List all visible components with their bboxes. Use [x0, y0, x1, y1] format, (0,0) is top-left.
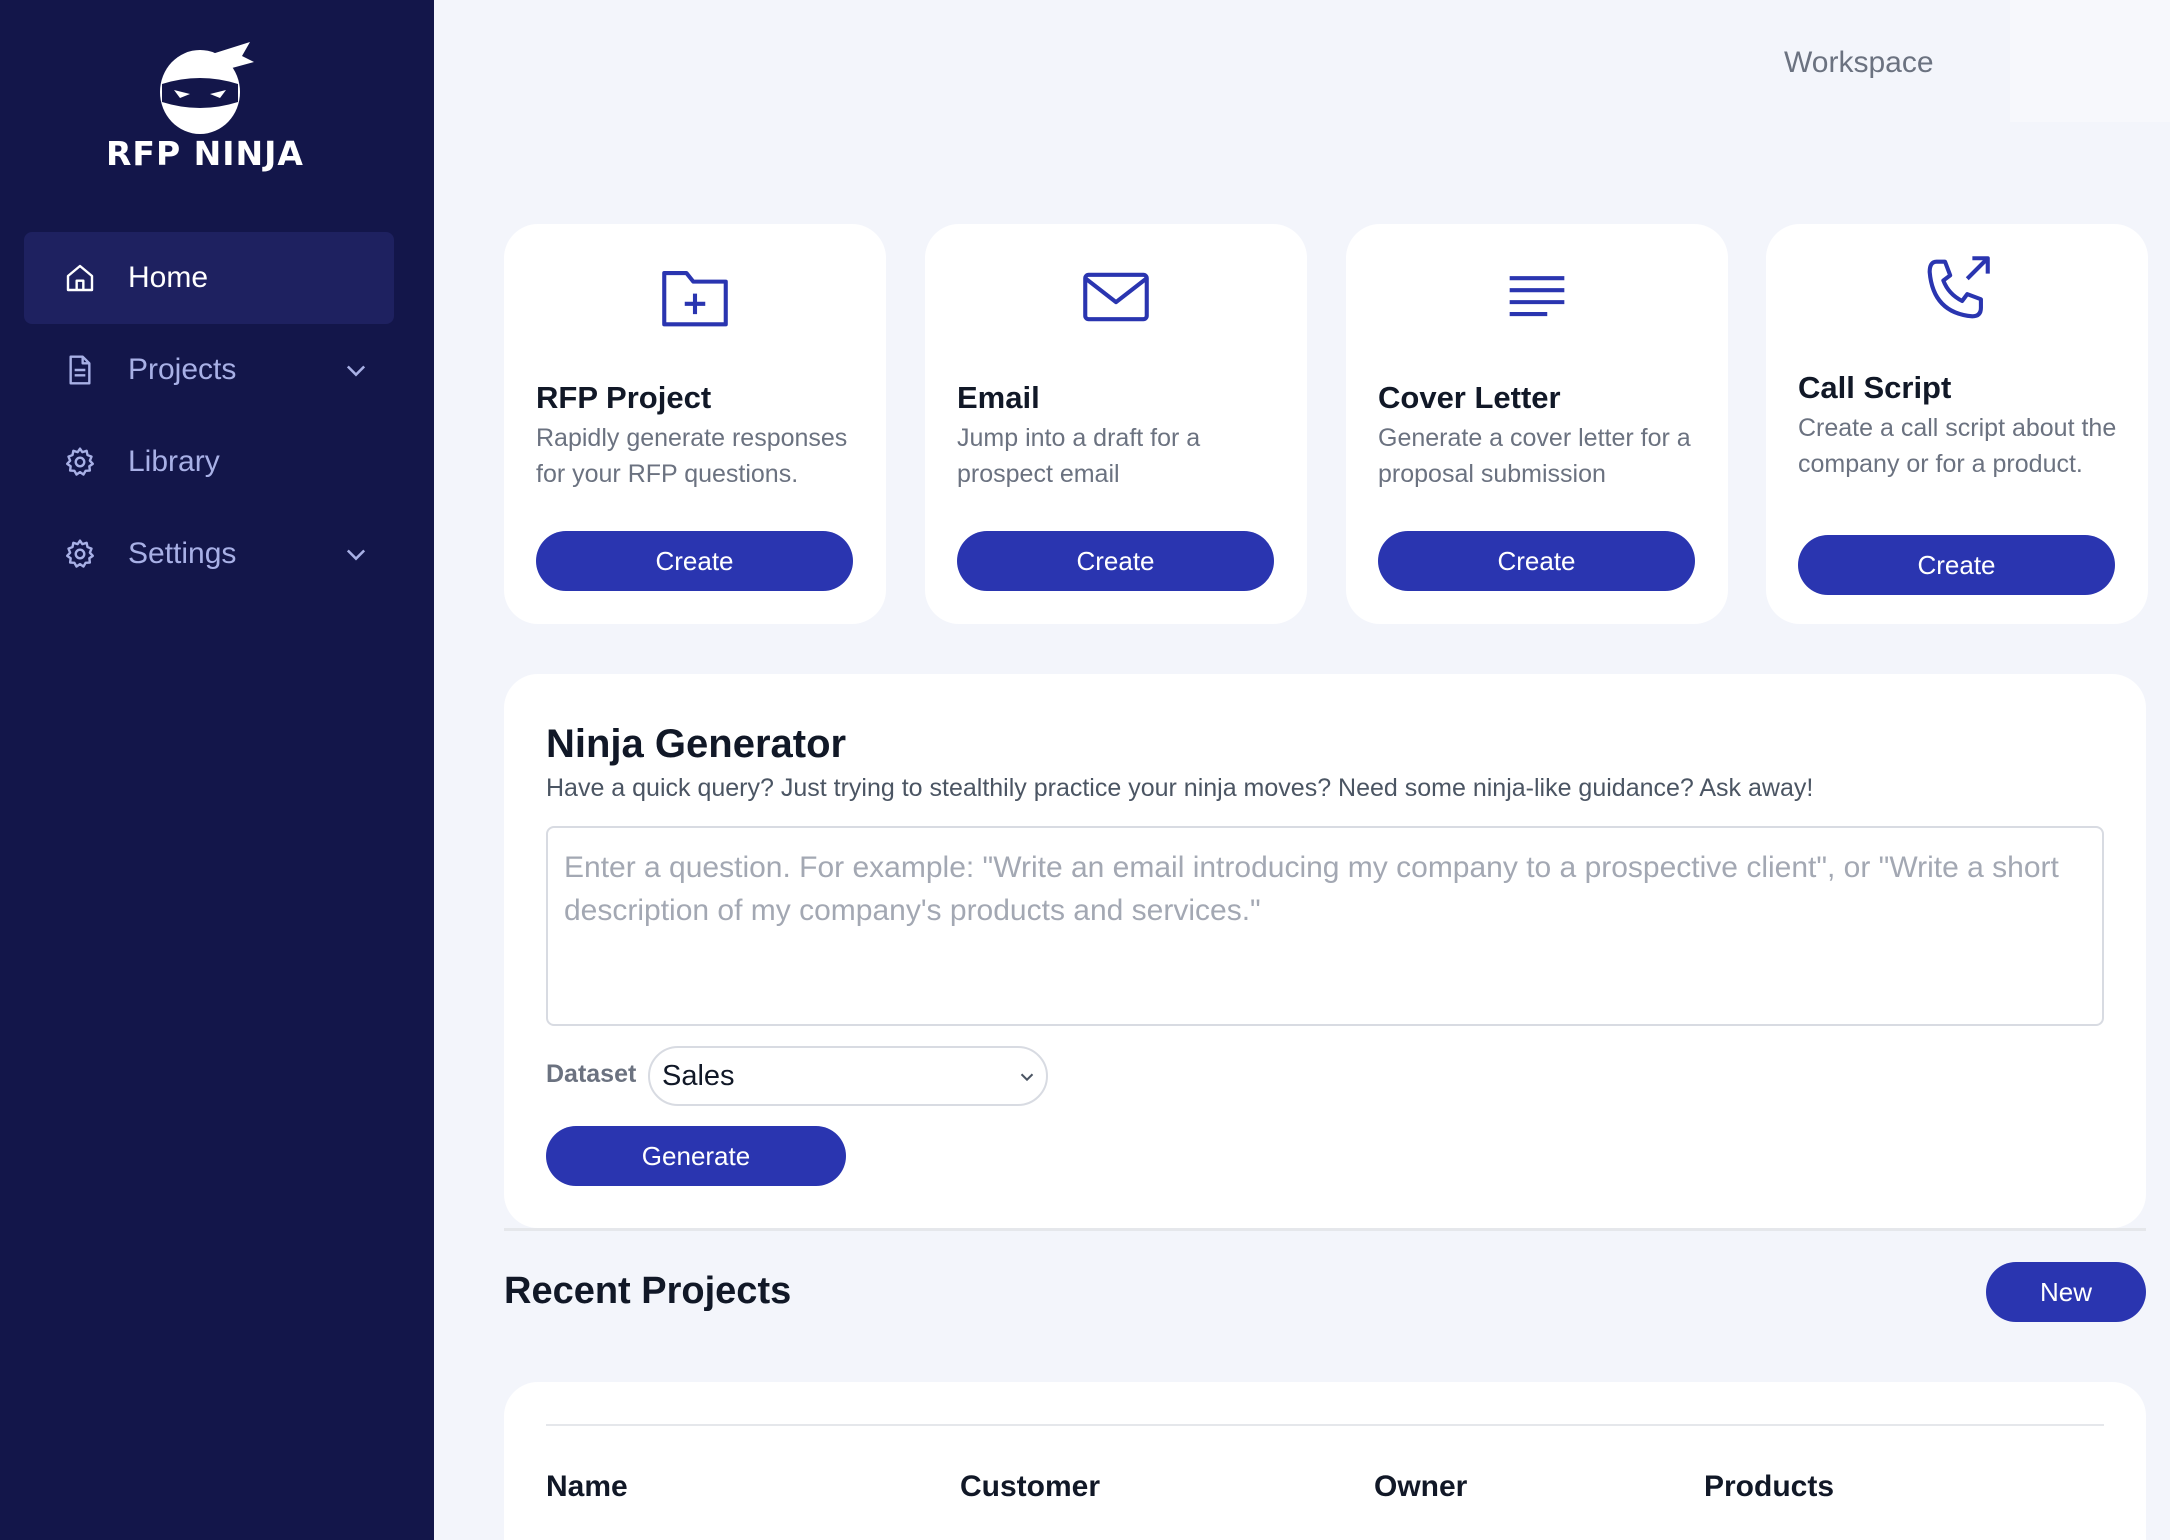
phone-outgoing-icon: [1927, 256, 1990, 319]
ninja-generator-panel: Ninja Generator Have a quick query? Just…: [504, 674, 2146, 1228]
create-email-button[interactable]: Create: [957, 531, 1274, 591]
question-input[interactable]: [546, 826, 2104, 1026]
section-divider: [504, 1228, 2146, 1231]
dataset-select[interactable]: Sales: [648, 1046, 1048, 1106]
card-call-script: Call Script Create a call script about t…: [1766, 224, 2148, 624]
create-rfp-project-button[interactable]: Create: [536, 531, 853, 591]
workspace-link[interactable]: Workspace: [1784, 46, 1934, 80]
sidebar-item-label: Settings: [128, 537, 237, 570]
card-description: Generate a cover letter for a proposal s…: [1378, 424, 1691, 488]
folder-plus-icon: [662, 271, 728, 327]
generator-subtitle: Have a quick query? Just trying to steal…: [546, 774, 1814, 802]
sidebar-item-label: Projects: [128, 353, 237, 386]
sidebar-item-label: Home: [128, 261, 209, 294]
card-rfp-project: RFP Project Rapidly generate responses f…: [504, 224, 886, 624]
home-icon: [62, 260, 98, 296]
card-title: Email: [957, 380, 1040, 415]
column-header-products[interactable]: Products: [1704, 1470, 1834, 1504]
recent-projects-table: Name Customer Owner Products: [504, 1382, 2146, 1540]
text-lines-icon: [1509, 276, 1565, 317]
sidebar-item-projects[interactable]: Projects: [24, 324, 394, 416]
create-cover-letter-button[interactable]: Create: [1378, 531, 1695, 591]
sidebar-item-library[interactable]: Library: [24, 416, 394, 508]
new-project-button[interactable]: New: [1986, 1262, 2146, 1322]
card-title: Cover Letter: [1378, 380, 1561, 415]
generator-title: Ninja Generator: [546, 722, 847, 766]
card-description: Rapidly generate responses for your RFP …: [536, 424, 848, 488]
card-cover-letter: Cover Letter Generate a cover letter for…: [1346, 224, 1728, 624]
brand-logo[interactable]: RFP NINJA: [100, 32, 310, 182]
table-divider: [546, 1424, 2104, 1426]
column-header-name[interactable]: Name: [546, 1470, 628, 1504]
column-header-owner[interactable]: Owner: [1374, 1470, 1467, 1504]
header-corner: [2010, 0, 2170, 122]
sidebar-item-label: Library: [128, 445, 220, 478]
generate-button[interactable]: Generate: [546, 1126, 846, 1186]
sidebar-item-home[interactable]: Home: [24, 232, 394, 324]
dataset-selected-value: Sales: [662, 1059, 735, 1092]
column-header-customer[interactable]: Customer: [960, 1470, 1100, 1504]
card-title: RFP Project: [536, 380, 712, 415]
create-call-script-button[interactable]: Create: [1798, 535, 2115, 595]
recent-projects-title: Recent Projects: [504, 1270, 792, 1312]
card-description: Jump into a draft for a prospect email: [957, 424, 1201, 488]
card-description: Create a call script about the company o…: [1798, 414, 2117, 478]
document-icon: [62, 352, 98, 388]
chevron-down-icon: [1020, 1073, 1034, 1082]
gear-icon: [62, 444, 98, 480]
sidebar-item-settings[interactable]: Settings: [24, 508, 394, 600]
chevron-down-icon: [346, 365, 366, 377]
gear-icon: [62, 536, 98, 572]
mail-icon: [1083, 272, 1149, 322]
ninja-logo-icon: [160, 42, 254, 134]
card-title: Call Script: [1798, 370, 1952, 405]
dataset-label: Dataset: [546, 1060, 637, 1088]
card-email: Email Jump into a draft for a prospect e…: [925, 224, 1307, 624]
sidebar: RFP NINJA Home Projects Library Settings: [0, 0, 434, 1540]
chevron-down-icon: [346, 549, 366, 561]
brand-name: RFP NINJA: [106, 134, 304, 173]
